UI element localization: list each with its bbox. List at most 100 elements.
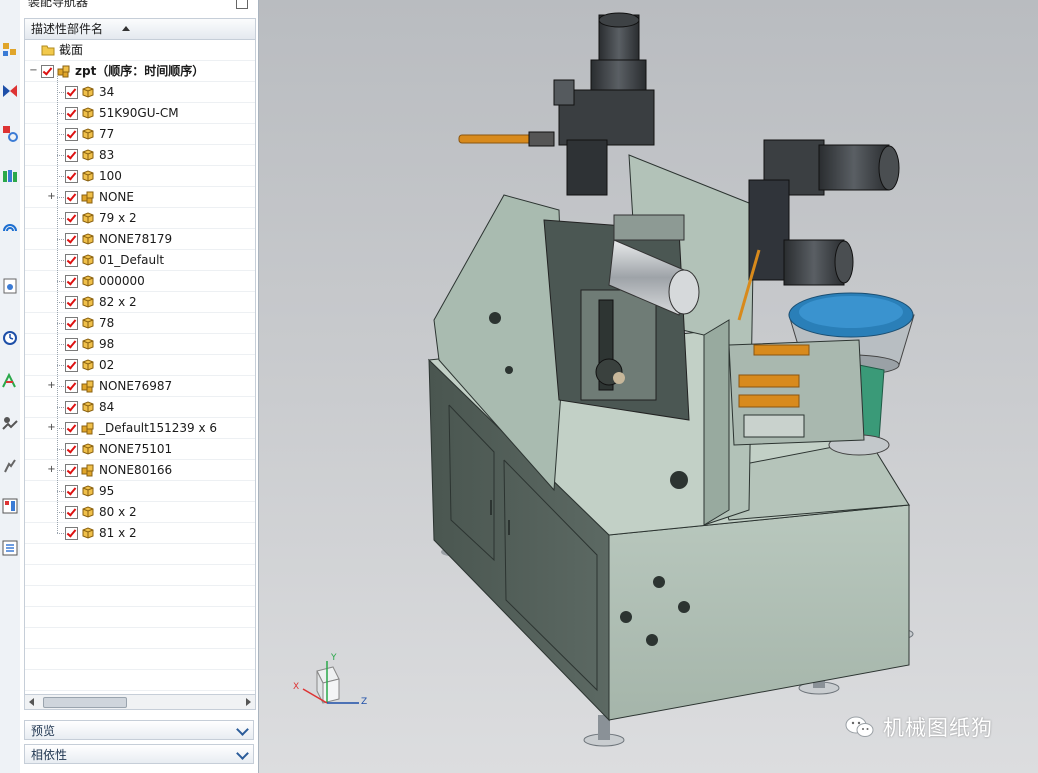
process-studio-icon[interactable] xyxy=(1,370,19,392)
constraint-navigator-icon[interactable] xyxy=(1,80,19,102)
roles-icon[interactable] xyxy=(1,412,19,434)
assembly-navigator-icon[interactable] xyxy=(1,38,19,60)
tree-row[interactable]: 51K90GU-CM xyxy=(25,103,255,124)
collapse-icon[interactable]: − xyxy=(29,66,38,76)
visibility-checkbox[interactable] xyxy=(65,317,78,330)
palette-icon[interactable] xyxy=(1,455,19,477)
web-browser-icon[interactable] xyxy=(1,220,19,242)
preview-section[interactable]: 预览 xyxy=(24,720,254,740)
coordinate-triad[interactable]: Y X Z xyxy=(291,653,371,715)
graphics-viewport[interactable]: Y X Z 机械图纸狗 xyxy=(259,0,1038,773)
tree-item-label: 34 xyxy=(99,85,115,99)
tree-row[interactable]: 80 x 2 xyxy=(25,502,255,523)
visibility-checkbox[interactable] xyxy=(65,233,78,246)
part-icon xyxy=(82,485,94,497)
horizontal-scrollbar[interactable] xyxy=(24,694,256,710)
visibility-checkbox[interactable] xyxy=(65,527,78,540)
visibility-checkbox[interactable] xyxy=(65,128,78,141)
tree-row[interactable]: 84 xyxy=(25,397,255,418)
tree-row[interactable]: − zpt（顺序：时间顺序） xyxy=(25,61,255,82)
chevron-down-icon xyxy=(236,747,249,760)
list-view-icon[interactable] xyxy=(1,537,19,559)
visibility-checkbox[interactable] xyxy=(65,506,78,519)
tree-row[interactable]: 78 xyxy=(25,313,255,334)
expand-icon[interactable]: + xyxy=(47,423,56,433)
visibility-checkbox[interactable] xyxy=(65,296,78,309)
tree-row[interactable]: 79 x 2 xyxy=(25,208,255,229)
visibility-checkbox[interactable] xyxy=(65,149,78,162)
tree-row[interactable]: + NONE xyxy=(25,187,255,208)
expand-icon[interactable]: + xyxy=(47,192,56,202)
tree-row[interactable]: 95 xyxy=(25,481,255,502)
system-materials-icon[interactable] xyxy=(1,327,19,349)
tree-connector xyxy=(57,239,64,240)
tree-row[interactable]: + NONE76987 xyxy=(25,376,255,397)
tree-row[interactable]: 83 xyxy=(25,145,255,166)
tree-connector xyxy=(57,323,64,324)
column-header-label: 描述性部件名 xyxy=(31,22,104,36)
part-navigator-icon[interactable] xyxy=(1,122,19,144)
part-icon xyxy=(82,338,94,350)
tree-connector xyxy=(57,428,64,429)
tree-row[interactable]: 100 xyxy=(25,166,255,187)
visibility-checkbox[interactable] xyxy=(65,443,78,456)
tree-item-label: 77 xyxy=(99,127,115,141)
part-icon xyxy=(82,296,94,308)
info-list-icon[interactable] xyxy=(1,495,19,517)
chevron-down-icon xyxy=(236,723,249,736)
expand-icon[interactable]: + xyxy=(47,465,56,475)
tree-row[interactable]: + _Default151239 x 6 xyxy=(25,418,255,439)
tree-row[interactable]: 98 xyxy=(25,334,255,355)
history-icon[interactable] xyxy=(1,275,19,297)
visibility-checkbox[interactable] xyxy=(65,338,78,351)
tree-item-label: 78 xyxy=(99,316,115,330)
scroll-thumb[interactable] xyxy=(43,697,127,708)
tree-row[interactable]: 02 xyxy=(25,355,255,376)
visibility-checkbox[interactable] xyxy=(65,107,78,120)
empty-row xyxy=(25,565,255,586)
scroll-right-icon[interactable] xyxy=(246,698,251,706)
visibility-checkbox[interactable] xyxy=(41,65,54,78)
visibility-checkbox[interactable] xyxy=(65,359,78,372)
visibility-checkbox[interactable] xyxy=(65,86,78,99)
visibility-checkbox[interactable] xyxy=(65,275,78,288)
empty-row xyxy=(25,649,255,670)
tree-row[interactable]: NONE75101 xyxy=(25,439,255,460)
expand-icon[interactable]: + xyxy=(47,381,56,391)
tree-connector xyxy=(57,470,64,471)
part-icon xyxy=(82,401,94,413)
assembly-icon xyxy=(57,65,70,78)
tree-connector xyxy=(57,491,64,492)
scroll-left-icon[interactable] xyxy=(29,698,34,706)
tree-connector xyxy=(57,281,64,282)
dependencies-section[interactable]: 相依性 xyxy=(24,744,254,764)
tree-row[interactable]: 000000 xyxy=(25,271,255,292)
visibility-checkbox[interactable] xyxy=(65,401,78,414)
tree-row[interactable]: 81 x 2 xyxy=(25,523,255,544)
tree-item-label: 82 x 2 xyxy=(99,295,137,309)
machine-model[interactable] xyxy=(259,0,1038,773)
panel-pin-checkbox[interactable] xyxy=(236,0,248,9)
reuse-library-icon[interactable] xyxy=(1,165,19,187)
tree-connector xyxy=(57,512,64,513)
folder-icon xyxy=(41,45,55,56)
column-header[interactable]: 描述性部件名 xyxy=(25,19,255,40)
visibility-checkbox[interactable] xyxy=(65,254,78,267)
empty-row xyxy=(25,544,255,565)
visibility-checkbox[interactable] xyxy=(65,422,78,435)
tree-row[interactable]: + NONE80166 xyxy=(25,460,255,481)
tree-row[interactable]: 截面 xyxy=(25,40,255,61)
visibility-checkbox[interactable] xyxy=(65,485,78,498)
visibility-checkbox[interactable] xyxy=(65,464,78,477)
tree-connector xyxy=(57,533,64,534)
tree-row[interactable]: 34 xyxy=(25,82,255,103)
tree-row[interactable]: 01_Default xyxy=(25,250,255,271)
tree-row[interactable]: NONE78179 xyxy=(25,229,255,250)
visibility-checkbox[interactable] xyxy=(65,212,78,225)
visibility-checkbox[interactable] xyxy=(65,170,78,183)
tree-row[interactable]: 82 x 2 xyxy=(25,292,255,313)
visibility-checkbox[interactable] xyxy=(65,191,78,204)
visibility-checkbox[interactable] xyxy=(65,380,78,393)
tree-row[interactable]: 77 xyxy=(25,124,255,145)
part-icon xyxy=(82,443,94,455)
